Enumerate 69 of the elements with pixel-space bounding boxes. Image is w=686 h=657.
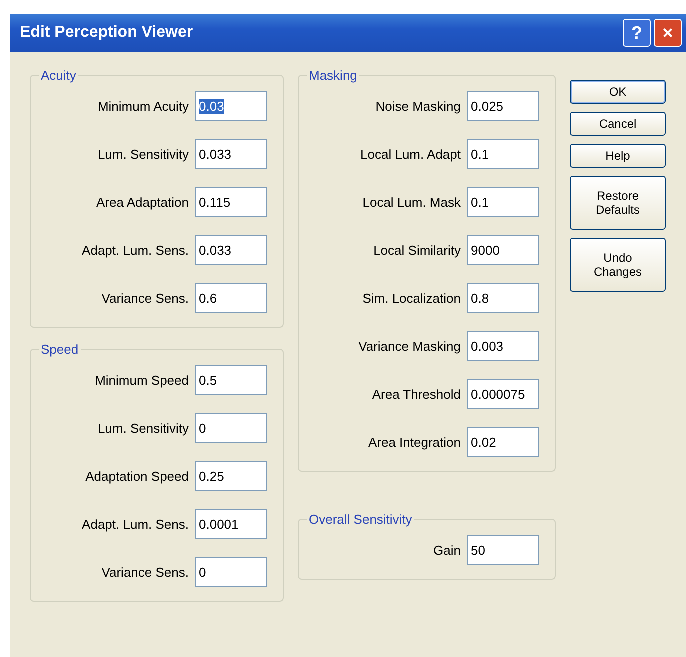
field-label: Adapt. Lum. Sens.	[82, 242, 189, 258]
field-label: Lum. Sensitivity	[98, 146, 189, 162]
input-field[interactable]: 0.5	[195, 365, 267, 395]
field-value: 0.25	[199, 468, 224, 484]
field-value: 50	[471, 542, 486, 558]
field-value: 0.6	[199, 290, 218, 306]
input-field[interactable]: 0.033	[195, 235, 267, 265]
field-label: Minimum Speed	[95, 372, 189, 388]
field-label: Local Lum. Mask	[362, 194, 461, 210]
field-label: Variance Sens.	[102, 564, 189, 580]
input-field[interactable]: 0.000075	[467, 379, 539, 409]
group-title: Overall Sensitivity	[308, 512, 414, 527]
help-button[interactable]: ?	[623, 19, 651, 47]
field-label: Sim. Localization	[362, 290, 461, 306]
field-value: 0.033	[199, 242, 232, 258]
group-title: Acuity	[40, 68, 78, 83]
field-label: Area Threshold	[372, 386, 461, 402]
input-field[interactable]: 0.033	[195, 139, 267, 169]
input-field[interactable]: 0.02	[467, 427, 539, 457]
field-value: 0.003	[471, 338, 504, 354]
field-value: 0.025	[471, 98, 504, 114]
input-field[interactable]: 0.25	[195, 461, 267, 491]
dialog-button[interactable]: Restore Defaults	[570, 176, 666, 230]
field-label: Gain	[434, 542, 461, 558]
input-field[interactable]: 9000	[467, 235, 539, 265]
input-field[interactable]: 0	[195, 557, 267, 587]
field-label: Adapt. Lum. Sens.	[82, 516, 189, 532]
input-field[interactable]: 0	[195, 413, 267, 443]
field-value: 0.03	[199, 98, 224, 114]
field-label: Lum. Sensitivity	[98, 420, 189, 436]
field-value: 0.1	[471, 194, 490, 210]
field-label: Variance Masking	[358, 338, 461, 354]
input-field[interactable]: 0.8	[467, 283, 539, 313]
dialog-button[interactable]: OK	[570, 80, 666, 104]
close-button[interactable]: ×	[654, 19, 682, 47]
group-title: Masking	[308, 68, 358, 83]
field-value: 0.115	[199, 194, 231, 210]
group-title: Speed	[40, 342, 80, 357]
field-value: 9000	[471, 242, 500, 258]
field-label: Area Integration	[368, 434, 461, 450]
field-label: Noise Masking	[376, 98, 461, 114]
field-label: Area Adaptation	[96, 194, 189, 210]
field-label: Adaptation Speed	[86, 468, 189, 484]
input-field[interactable]: 0.115	[195, 187, 267, 217]
field-label: Local Lum. Adapt	[360, 146, 461, 162]
field-value: 0.1	[471, 146, 490, 162]
field-label: Local Similarity	[374, 242, 461, 258]
field-value: 0.000075	[471, 386, 526, 402]
field-label: Minimum Acuity	[98, 98, 189, 114]
input-field[interactable]: 0.6	[195, 283, 267, 313]
input-field[interactable]: 0.1	[467, 187, 539, 217]
field-value: 0	[199, 564, 206, 580]
field-value: 0.033	[199, 146, 232, 162]
field-value: 0.02	[471, 434, 496, 450]
input-field[interactable]: 0.03	[195, 91, 267, 121]
field-label: Variance Sens.	[102, 290, 189, 306]
field-value: 0.5	[199, 372, 218, 388]
input-field[interactable]: 0.1	[467, 139, 539, 169]
input-field[interactable]: 0.025	[467, 91, 539, 121]
field-value: 0.8	[471, 290, 490, 306]
input-field[interactable]: 0.003	[467, 331, 539, 361]
window-title: Edit Perception Viewer	[20, 24, 194, 42]
dialog-button[interactable]: Help	[570, 144, 666, 168]
input-field[interactable]: 0.0001	[195, 509, 267, 539]
field-value: 0	[199, 420, 206, 436]
field-value: 0.0001	[199, 516, 239, 532]
dialog-button[interactable]: Undo Changes	[570, 238, 666, 292]
input-field[interactable]: 50	[467, 535, 539, 565]
dialog-button[interactable]: Cancel	[570, 112, 666, 136]
